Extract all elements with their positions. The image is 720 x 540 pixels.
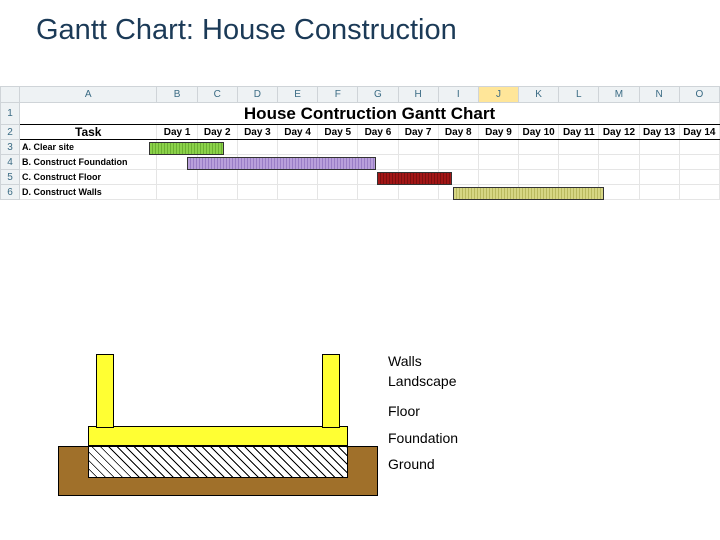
day-header: Day 12 [599,125,639,140]
wall-right-shape [322,354,340,428]
day-header: Day 3 [237,125,277,140]
row-5[interactable]: 5 [1,170,20,185]
label-walls: Walls [388,354,458,369]
label-ground: Ground [388,457,458,472]
day-header: Day 7 [398,125,438,140]
row-1[interactable]: 1 [1,103,20,125]
col-D[interactable]: D [237,87,277,103]
label-landscape: Landscape [388,374,458,389]
bar-clear-site [149,142,224,155]
label-foundation: Foundation [388,431,458,446]
row-3[interactable]: 3 [1,140,20,155]
bar-foundation [187,157,376,170]
house-diagram [58,354,378,514]
floor-shape [88,426,348,446]
col-E[interactable]: E [278,87,318,103]
day-header: Day 14 [679,125,719,140]
row-2[interactable]: 2 [1,125,20,140]
col-C[interactable]: C [197,87,237,103]
day-header: Day 2 [197,125,237,140]
row-6[interactable]: 6 [1,185,20,200]
col-J[interactable]: J [478,87,518,103]
col-H[interactable]: H [398,87,438,103]
task-label: D. Construct Walls [20,185,157,200]
col-F[interactable]: F [318,87,358,103]
day-header: Day 8 [438,125,478,140]
col-L[interactable]: L [559,87,599,103]
task-header: Task [20,125,157,140]
col-N[interactable]: N [639,87,679,103]
day-header: Day 5 [318,125,358,140]
day-header: Day 6 [358,125,398,140]
foundation-shape [88,446,348,478]
col-K[interactable]: K [519,87,559,103]
bar-floor [377,172,452,185]
day-header: Day 11 [559,125,599,140]
day-header: Day 9 [478,125,518,140]
task-label: A. Clear site [20,140,157,155]
bar-walls [453,187,604,200]
day-header: Day 4 [278,125,318,140]
col-B[interactable]: B [157,87,197,103]
col-O[interactable]: O [679,87,719,103]
col-G[interactable]: G [358,87,398,103]
label-floor: Floor [388,404,458,419]
page-title: Gantt Chart: House Construction [36,14,457,47]
row-4[interactable]: 4 [1,155,20,170]
col-I[interactable]: I [438,87,478,103]
col-M[interactable]: M [599,87,639,103]
task-label: B. Construct Foundation [20,155,157,170]
column-headers: A B C D E F G H I J K L M N O [1,87,720,103]
day-header: Day 1 [157,125,197,140]
col-A[interactable]: A [20,87,157,103]
wall-left-shape [96,354,114,428]
day-header: Day 10 [519,125,559,140]
diagram-labels: Walls Landscape Floor Foundation Ground [388,354,458,477]
task-label: C. Construct Floor [20,170,157,185]
spreadsheet: A B C D E F G H I J K L M N O 1 House Co… [0,86,720,200]
chart-title: House Contruction Gantt Chart [20,103,720,125]
day-header: Day 13 [639,125,679,140]
